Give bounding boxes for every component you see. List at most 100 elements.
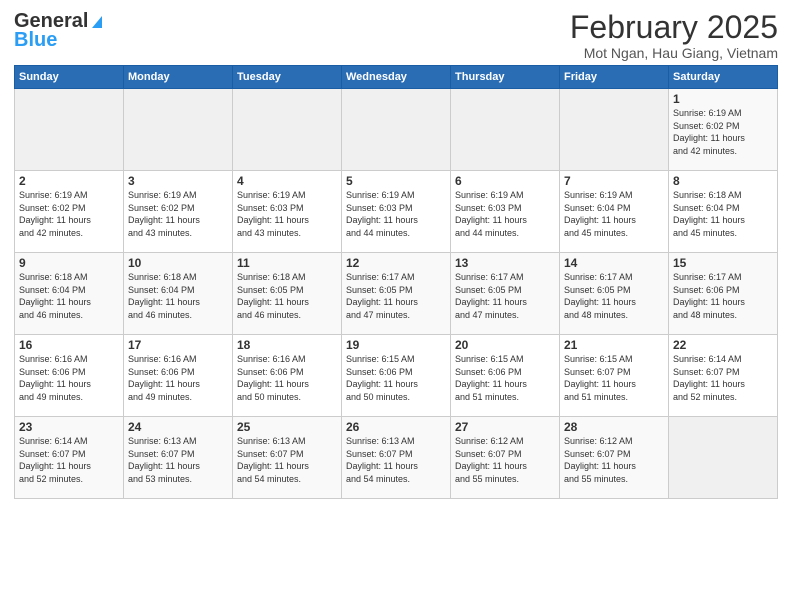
day-info: Sunrise: 6:16 AM Sunset: 6:06 PM Dayligh… bbox=[128, 353, 228, 403]
day-number: 2 bbox=[19, 174, 119, 188]
calendar-cell bbox=[451, 89, 560, 171]
calendar-cell: 2Sunrise: 6:19 AM Sunset: 6:02 PM Daylig… bbox=[15, 171, 124, 253]
calendar-cell: 28Sunrise: 6:12 AM Sunset: 6:07 PM Dayli… bbox=[560, 417, 669, 499]
calendar-cell: 4Sunrise: 6:19 AM Sunset: 6:03 PM Daylig… bbox=[233, 171, 342, 253]
day-info: Sunrise: 6:13 AM Sunset: 6:07 PM Dayligh… bbox=[346, 435, 446, 485]
calendar-cell: 9Sunrise: 6:18 AM Sunset: 6:04 PM Daylig… bbox=[15, 253, 124, 335]
day-number: 8 bbox=[673, 174, 773, 188]
calendar-cell: 22Sunrise: 6:14 AM Sunset: 6:07 PM Dayli… bbox=[669, 335, 778, 417]
calendar-cell: 27Sunrise: 6:12 AM Sunset: 6:07 PM Dayli… bbox=[451, 417, 560, 499]
day-info: Sunrise: 6:18 AM Sunset: 6:05 PM Dayligh… bbox=[237, 271, 337, 321]
day-info: Sunrise: 6:18 AM Sunset: 6:04 PM Dayligh… bbox=[673, 189, 773, 239]
calendar-cell: 23Sunrise: 6:14 AM Sunset: 6:07 PM Dayli… bbox=[15, 417, 124, 499]
calendar-cell: 11Sunrise: 6:18 AM Sunset: 6:05 PM Dayli… bbox=[233, 253, 342, 335]
calendar-week-2: 2Sunrise: 6:19 AM Sunset: 6:02 PM Daylig… bbox=[15, 171, 778, 253]
logo-blue: Blue bbox=[14, 29, 57, 52]
day-info: Sunrise: 6:19 AM Sunset: 6:03 PM Dayligh… bbox=[346, 189, 446, 239]
day-info: Sunrise: 6:15 AM Sunset: 6:06 PM Dayligh… bbox=[346, 353, 446, 403]
logo: General Blue bbox=[14, 10, 102, 52]
calendar-cell bbox=[560, 89, 669, 171]
logo-triangle-icon bbox=[92, 16, 102, 28]
day-number: 22 bbox=[673, 338, 773, 352]
calendar-cell: 21Sunrise: 6:15 AM Sunset: 6:07 PM Dayli… bbox=[560, 335, 669, 417]
day-number: 20 bbox=[455, 338, 555, 352]
calendar-cell: 15Sunrise: 6:17 AM Sunset: 6:06 PM Dayli… bbox=[669, 253, 778, 335]
weekday-header-friday: Friday bbox=[560, 66, 669, 89]
day-info: Sunrise: 6:17 AM Sunset: 6:05 PM Dayligh… bbox=[455, 271, 555, 321]
day-number: 7 bbox=[564, 174, 664, 188]
day-number: 24 bbox=[128, 420, 228, 434]
day-number: 13 bbox=[455, 256, 555, 270]
calendar-cell: 5Sunrise: 6:19 AM Sunset: 6:03 PM Daylig… bbox=[342, 171, 451, 253]
day-number: 23 bbox=[19, 420, 119, 434]
day-number: 26 bbox=[346, 420, 446, 434]
calendar-cell: 24Sunrise: 6:13 AM Sunset: 6:07 PM Dayli… bbox=[124, 417, 233, 499]
day-number: 16 bbox=[19, 338, 119, 352]
calendar-cell: 12Sunrise: 6:17 AM Sunset: 6:05 PM Dayli… bbox=[342, 253, 451, 335]
day-info: Sunrise: 6:15 AM Sunset: 6:06 PM Dayligh… bbox=[455, 353, 555, 403]
day-number: 18 bbox=[237, 338, 337, 352]
calendar-cell: 6Sunrise: 6:19 AM Sunset: 6:03 PM Daylig… bbox=[451, 171, 560, 253]
calendar-cell: 14Sunrise: 6:17 AM Sunset: 6:05 PM Dayli… bbox=[560, 253, 669, 335]
day-info: Sunrise: 6:16 AM Sunset: 6:06 PM Dayligh… bbox=[237, 353, 337, 403]
weekday-header-thursday: Thursday bbox=[451, 66, 560, 89]
day-number: 15 bbox=[673, 256, 773, 270]
calendar-week-4: 16Sunrise: 6:16 AM Sunset: 6:06 PM Dayli… bbox=[15, 335, 778, 417]
day-info: Sunrise: 6:12 AM Sunset: 6:07 PM Dayligh… bbox=[564, 435, 664, 485]
calendar-subtitle: Mot Ngan, Hau Giang, Vietnam bbox=[570, 45, 778, 61]
day-info: Sunrise: 6:14 AM Sunset: 6:07 PM Dayligh… bbox=[673, 353, 773, 403]
day-info: Sunrise: 6:14 AM Sunset: 6:07 PM Dayligh… bbox=[19, 435, 119, 485]
day-number: 25 bbox=[237, 420, 337, 434]
title-section: February 2025 Mot Ngan, Hau Giang, Vietn… bbox=[570, 10, 778, 61]
day-number: 1 bbox=[673, 92, 773, 106]
day-info: Sunrise: 6:19 AM Sunset: 6:04 PM Dayligh… bbox=[564, 189, 664, 239]
day-info: Sunrise: 6:19 AM Sunset: 6:02 PM Dayligh… bbox=[19, 189, 119, 239]
day-info: Sunrise: 6:18 AM Sunset: 6:04 PM Dayligh… bbox=[128, 271, 228, 321]
day-number: 14 bbox=[564, 256, 664, 270]
weekday-header-wednesday: Wednesday bbox=[342, 66, 451, 89]
day-info: Sunrise: 6:19 AM Sunset: 6:03 PM Dayligh… bbox=[237, 189, 337, 239]
weekday-header-monday: Monday bbox=[124, 66, 233, 89]
page-container: General Blue February 2025 Mot Ngan, Hau… bbox=[0, 0, 792, 505]
day-info: Sunrise: 6:16 AM Sunset: 6:06 PM Dayligh… bbox=[19, 353, 119, 403]
calendar-cell: 7Sunrise: 6:19 AM Sunset: 6:04 PM Daylig… bbox=[560, 171, 669, 253]
day-number: 17 bbox=[128, 338, 228, 352]
calendar-cell: 3Sunrise: 6:19 AM Sunset: 6:02 PM Daylig… bbox=[124, 171, 233, 253]
calendar-cell: 19Sunrise: 6:15 AM Sunset: 6:06 PM Dayli… bbox=[342, 335, 451, 417]
day-number: 3 bbox=[128, 174, 228, 188]
calendar-cell: 25Sunrise: 6:13 AM Sunset: 6:07 PM Dayli… bbox=[233, 417, 342, 499]
day-number: 5 bbox=[346, 174, 446, 188]
header: General Blue February 2025 Mot Ngan, Hau… bbox=[14, 10, 778, 61]
calendar-cell: 8Sunrise: 6:18 AM Sunset: 6:04 PM Daylig… bbox=[669, 171, 778, 253]
weekday-header-sunday: Sunday bbox=[15, 66, 124, 89]
calendar-cell bbox=[342, 89, 451, 171]
day-number: 6 bbox=[455, 174, 555, 188]
calendar-cell: 18Sunrise: 6:16 AM Sunset: 6:06 PM Dayli… bbox=[233, 335, 342, 417]
calendar-cell bbox=[233, 89, 342, 171]
calendar-cell bbox=[669, 417, 778, 499]
calendar-cell: 16Sunrise: 6:16 AM Sunset: 6:06 PM Dayli… bbox=[15, 335, 124, 417]
day-number: 4 bbox=[237, 174, 337, 188]
day-number: 12 bbox=[346, 256, 446, 270]
calendar-week-5: 23Sunrise: 6:14 AM Sunset: 6:07 PM Dayli… bbox=[15, 417, 778, 499]
calendar-cell bbox=[124, 89, 233, 171]
day-number: 21 bbox=[564, 338, 664, 352]
day-number: 11 bbox=[237, 256, 337, 270]
calendar-cell: 17Sunrise: 6:16 AM Sunset: 6:06 PM Dayli… bbox=[124, 335, 233, 417]
calendar-week-3: 9Sunrise: 6:18 AM Sunset: 6:04 PM Daylig… bbox=[15, 253, 778, 335]
day-info: Sunrise: 6:19 AM Sunset: 6:02 PM Dayligh… bbox=[128, 189, 228, 239]
calendar-cell: 20Sunrise: 6:15 AM Sunset: 6:06 PM Dayli… bbox=[451, 335, 560, 417]
weekday-header-saturday: Saturday bbox=[669, 66, 778, 89]
day-info: Sunrise: 6:12 AM Sunset: 6:07 PM Dayligh… bbox=[455, 435, 555, 485]
weekday-header-row: SundayMondayTuesdayWednesdayThursdayFrid… bbox=[15, 66, 778, 89]
calendar-cell: 26Sunrise: 6:13 AM Sunset: 6:07 PM Dayli… bbox=[342, 417, 451, 499]
calendar-cell: 1Sunrise: 6:19 AM Sunset: 6:02 PM Daylig… bbox=[669, 89, 778, 171]
day-number: 10 bbox=[128, 256, 228, 270]
calendar-week-1: 1Sunrise: 6:19 AM Sunset: 6:02 PM Daylig… bbox=[15, 89, 778, 171]
day-info: Sunrise: 6:13 AM Sunset: 6:07 PM Dayligh… bbox=[237, 435, 337, 485]
calendar-cell: 13Sunrise: 6:17 AM Sunset: 6:05 PM Dayli… bbox=[451, 253, 560, 335]
day-info: Sunrise: 6:18 AM Sunset: 6:04 PM Dayligh… bbox=[19, 271, 119, 321]
day-info: Sunrise: 6:19 AM Sunset: 6:03 PM Dayligh… bbox=[455, 189, 555, 239]
day-info: Sunrise: 6:17 AM Sunset: 6:06 PM Dayligh… bbox=[673, 271, 773, 321]
weekday-header-tuesday: Tuesday bbox=[233, 66, 342, 89]
